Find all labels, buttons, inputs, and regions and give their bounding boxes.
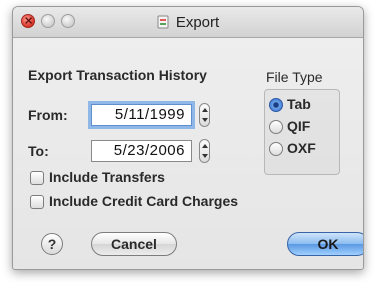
- title-bar[interactable]: ⨯ Export: [13, 7, 363, 38]
- help-button[interactable]: ?: [41, 233, 63, 255]
- stepper-down-icon[interactable]: [202, 118, 208, 122]
- export-history-label: Export Transaction History: [28, 67, 207, 83]
- file-type-label: File Type: [266, 69, 323, 85]
- radio-qif-label: QIF: [287, 118, 311, 134]
- radio-qif[interactable]: [269, 120, 283, 134]
- window-title: Export: [175, 13, 220, 31]
- export-dialog: ⨯ Export Export Transaction History From…: [12, 6, 364, 270]
- stepper-up-icon[interactable]: [202, 108, 208, 112]
- include-credit-card-checkbox[interactable]: [30, 195, 44, 209]
- stepper-down-icon[interactable]: [202, 154, 208, 158]
- to-label: To:: [28, 143, 49, 159]
- include-credit-card-label: Include Credit Card Charges: [49, 193, 239, 209]
- title-wrap: Export: [13, 7, 363, 37]
- include-transfers-label: Include Transfers: [49, 169, 165, 185]
- to-date-field[interactable]: 5/23/2006: [91, 140, 192, 162]
- cancel-button[interactable]: Cancel: [91, 232, 177, 256]
- include-transfers-checkbox[interactable]: [30, 171, 44, 185]
- ok-button[interactable]: OK: [287, 232, 363, 256]
- radio-tab-label: Tab: [287, 96, 311, 112]
- from-label: From:: [28, 107, 68, 123]
- radio-tab[interactable]: [269, 98, 283, 112]
- to-date-stepper[interactable]: [199, 139, 210, 163]
- from-date-field[interactable]: 5/11/1999: [91, 104, 192, 126]
- radio-oxf[interactable]: [269, 142, 283, 156]
- stepper-up-icon[interactable]: [202, 144, 208, 148]
- document-icon: [157, 15, 169, 29]
- radio-oxf-label: OXF: [287, 140, 316, 156]
- from-date-stepper[interactable]: [199, 103, 210, 127]
